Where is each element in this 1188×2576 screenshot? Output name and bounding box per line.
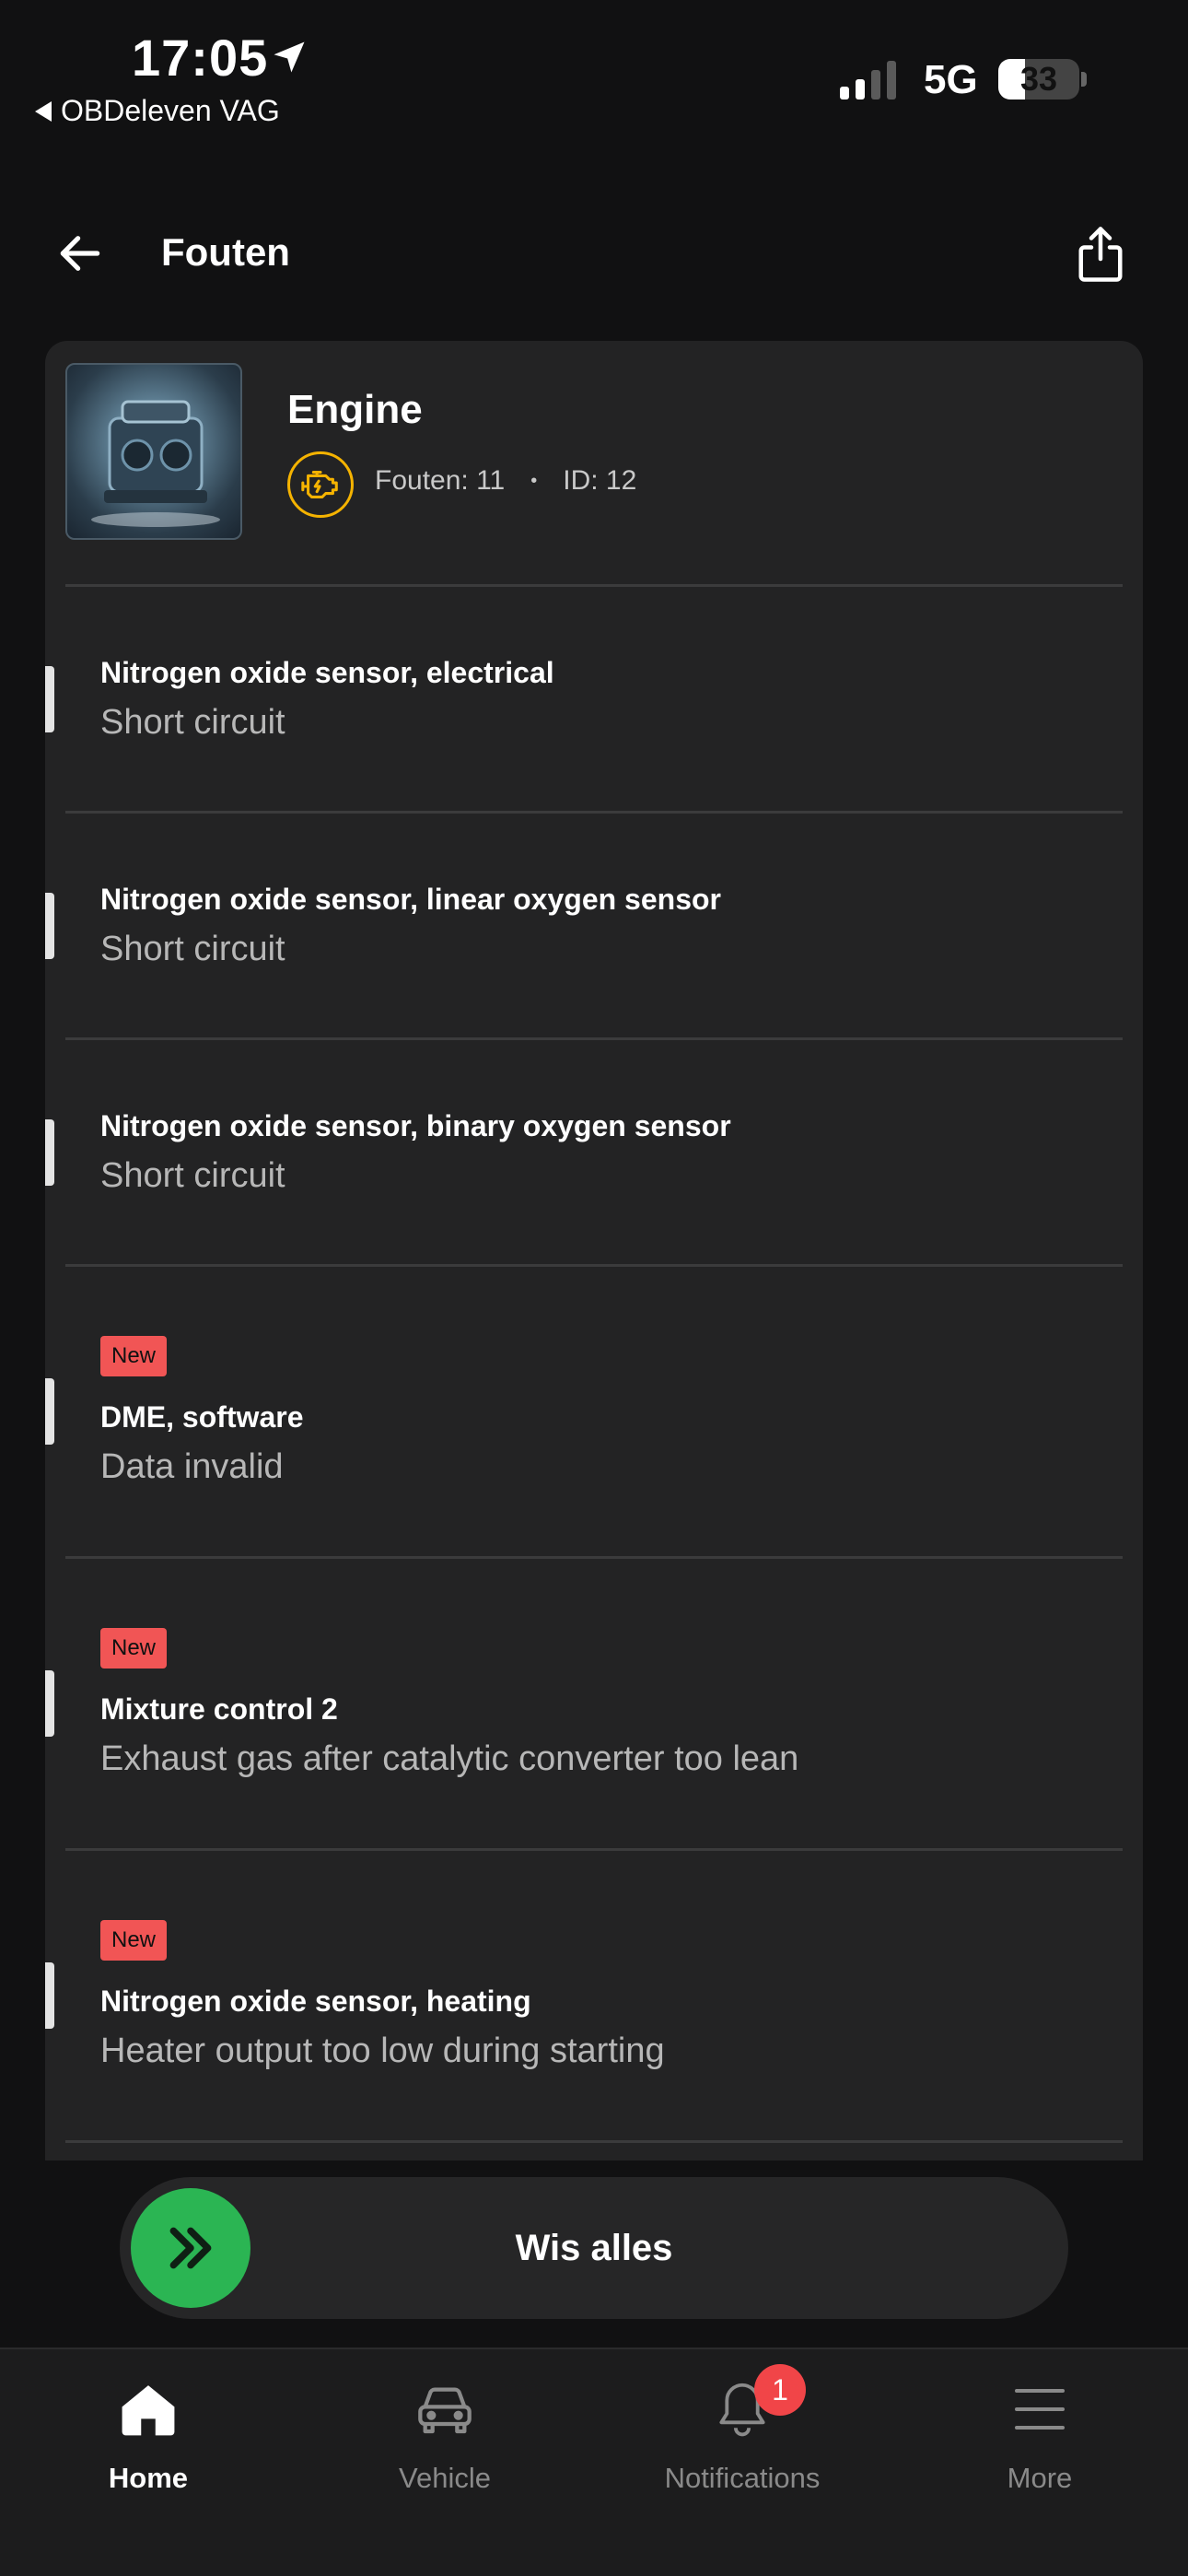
back-app-label: OBDeleven VAG bbox=[61, 94, 280, 127]
fault-item[interactable]: Nitrogen oxide sensor, electrical Short … bbox=[45, 587, 1143, 811]
engine-image bbox=[65, 363, 242, 540]
back-button[interactable] bbox=[48, 221, 112, 286]
module-header[interactable]: Engine Fouten: 11 • ID: 12 bbox=[45, 341, 1143, 584]
battery-percent: 33 bbox=[1019, 60, 1058, 98]
fault-description: Short circuit bbox=[100, 1155, 285, 1195]
new-badge: New bbox=[100, 1628, 168, 1669]
fault-description: Data invalid bbox=[100, 1447, 284, 1486]
fault-title: Nitrogen oxide sensor, electrical bbox=[100, 655, 554, 689]
fault-item[interactable]: Nitrogen oxide sensor, binary oxygen sen… bbox=[45, 1040, 1143, 1264]
bottom-tab-bar: Home Vehicle 1 Notifications More bbox=[0, 2348, 1188, 2576]
fault-title: DME, software bbox=[100, 1400, 304, 1434]
fault-indicator bbox=[45, 1378, 54, 1445]
module-name: Engine bbox=[287, 387, 423, 432]
engine-illustration-icon bbox=[91, 400, 220, 527]
share-button[interactable] bbox=[1068, 219, 1133, 289]
tab-home[interactable]: Home bbox=[0, 2349, 297, 2534]
notification-count-badge: 1 bbox=[754, 2364, 806, 2416]
swipe-handle[interactable] bbox=[131, 2188, 250, 2308]
new-badge: New bbox=[100, 1920, 168, 1961]
fault-item[interactable]: Nitrogen oxide sensor, linear oxygen sen… bbox=[45, 814, 1143, 1037]
new-badge: New bbox=[100, 1336, 168, 1376]
back-triangle-icon bbox=[35, 100, 52, 122]
menu-icon bbox=[1007, 2377, 1072, 2441]
fault-indicator bbox=[45, 665, 54, 732]
fault-title: Nitrogen oxide sensor, binary oxygen sen… bbox=[100, 1108, 731, 1142]
module-meta: Fouten: 11 • ID: 12 bbox=[375, 465, 636, 497]
tab-label: Home bbox=[108, 2462, 189, 2494]
fault-item[interactable]: New Nitrogen oxide sensor, heating Heate… bbox=[45, 1851, 1143, 2140]
tab-vehicle[interactable]: Vehicle bbox=[297, 2349, 593, 2534]
fault-count: Fouten: 11 bbox=[375, 465, 506, 496]
tab-notifications[interactable]: 1 Notifications bbox=[594, 2349, 891, 2534]
tab-more[interactable]: More bbox=[891, 2349, 1188, 2534]
fault-description: Exhaust gas after catalytic converter to… bbox=[100, 1739, 799, 1778]
fault-indicator bbox=[45, 892, 54, 959]
divider bbox=[65, 2140, 1123, 2143]
meta-separator: • bbox=[530, 470, 538, 491]
page-title: Fouten bbox=[161, 230, 290, 274]
double-chevron-right-icon bbox=[169, 2227, 212, 2269]
status-bar: 17:05 OBDeleven VAG 5G 33 bbox=[0, 0, 1188, 147]
fault-item[interactable]: New DME, software Data invalid bbox=[45, 1267, 1143, 1556]
fault-item[interactable]: New Mixture control 2 Exhaust gas after … bbox=[45, 1559, 1143, 1848]
clear-all-label: Wis alles bbox=[515, 2227, 673, 2268]
tab-label: Notifications bbox=[664, 2462, 821, 2494]
battery-icon: 33 bbox=[998, 59, 1079, 100]
clear-all-swipe-button[interactable]: Wis alles bbox=[120, 2177, 1068, 2319]
fault-title: Mixture control 2 bbox=[100, 1692, 338, 1726]
status-time: 17:05 bbox=[132, 29, 269, 87]
back-to-app-link[interactable]: OBDeleven VAG bbox=[35, 94, 280, 128]
location-arrow-icon bbox=[274, 41, 305, 73]
cellular-signal-icon bbox=[840, 61, 896, 100]
faults-card: Engine Fouten: 11 • ID: 12 Nitrogen oxid… bbox=[45, 341, 1143, 2160]
share-icon bbox=[1078, 227, 1123, 282]
home-icon bbox=[116, 2377, 181, 2441]
fault-description: Short circuit bbox=[100, 702, 285, 742]
fault-description: Short circuit bbox=[100, 929, 285, 968]
tab-label: More bbox=[1007, 2462, 1073, 2494]
app-header: Fouten bbox=[0, 203, 1188, 304]
fault-title: Nitrogen oxide sensor, linear oxygen sen… bbox=[100, 882, 721, 916]
tab-label: Vehicle bbox=[399, 2462, 491, 2494]
arrow-left-icon bbox=[60, 236, 100, 271]
car-icon bbox=[413, 2377, 477, 2441]
fault-indicator bbox=[45, 1962, 54, 2029]
network-type: 5G bbox=[924, 57, 978, 102]
fault-indicator bbox=[45, 1670, 54, 1737]
check-engine-icon bbox=[287, 451, 354, 518]
bell-icon: 1 bbox=[710, 2364, 806, 2441]
fault-description: Heater output too low during starting bbox=[100, 2032, 665, 2070]
fault-indicator bbox=[45, 1118, 54, 1186]
fault-title: Nitrogen oxide sensor, heating bbox=[100, 1985, 531, 2018]
module-id: ID: 12 bbox=[563, 465, 637, 496]
